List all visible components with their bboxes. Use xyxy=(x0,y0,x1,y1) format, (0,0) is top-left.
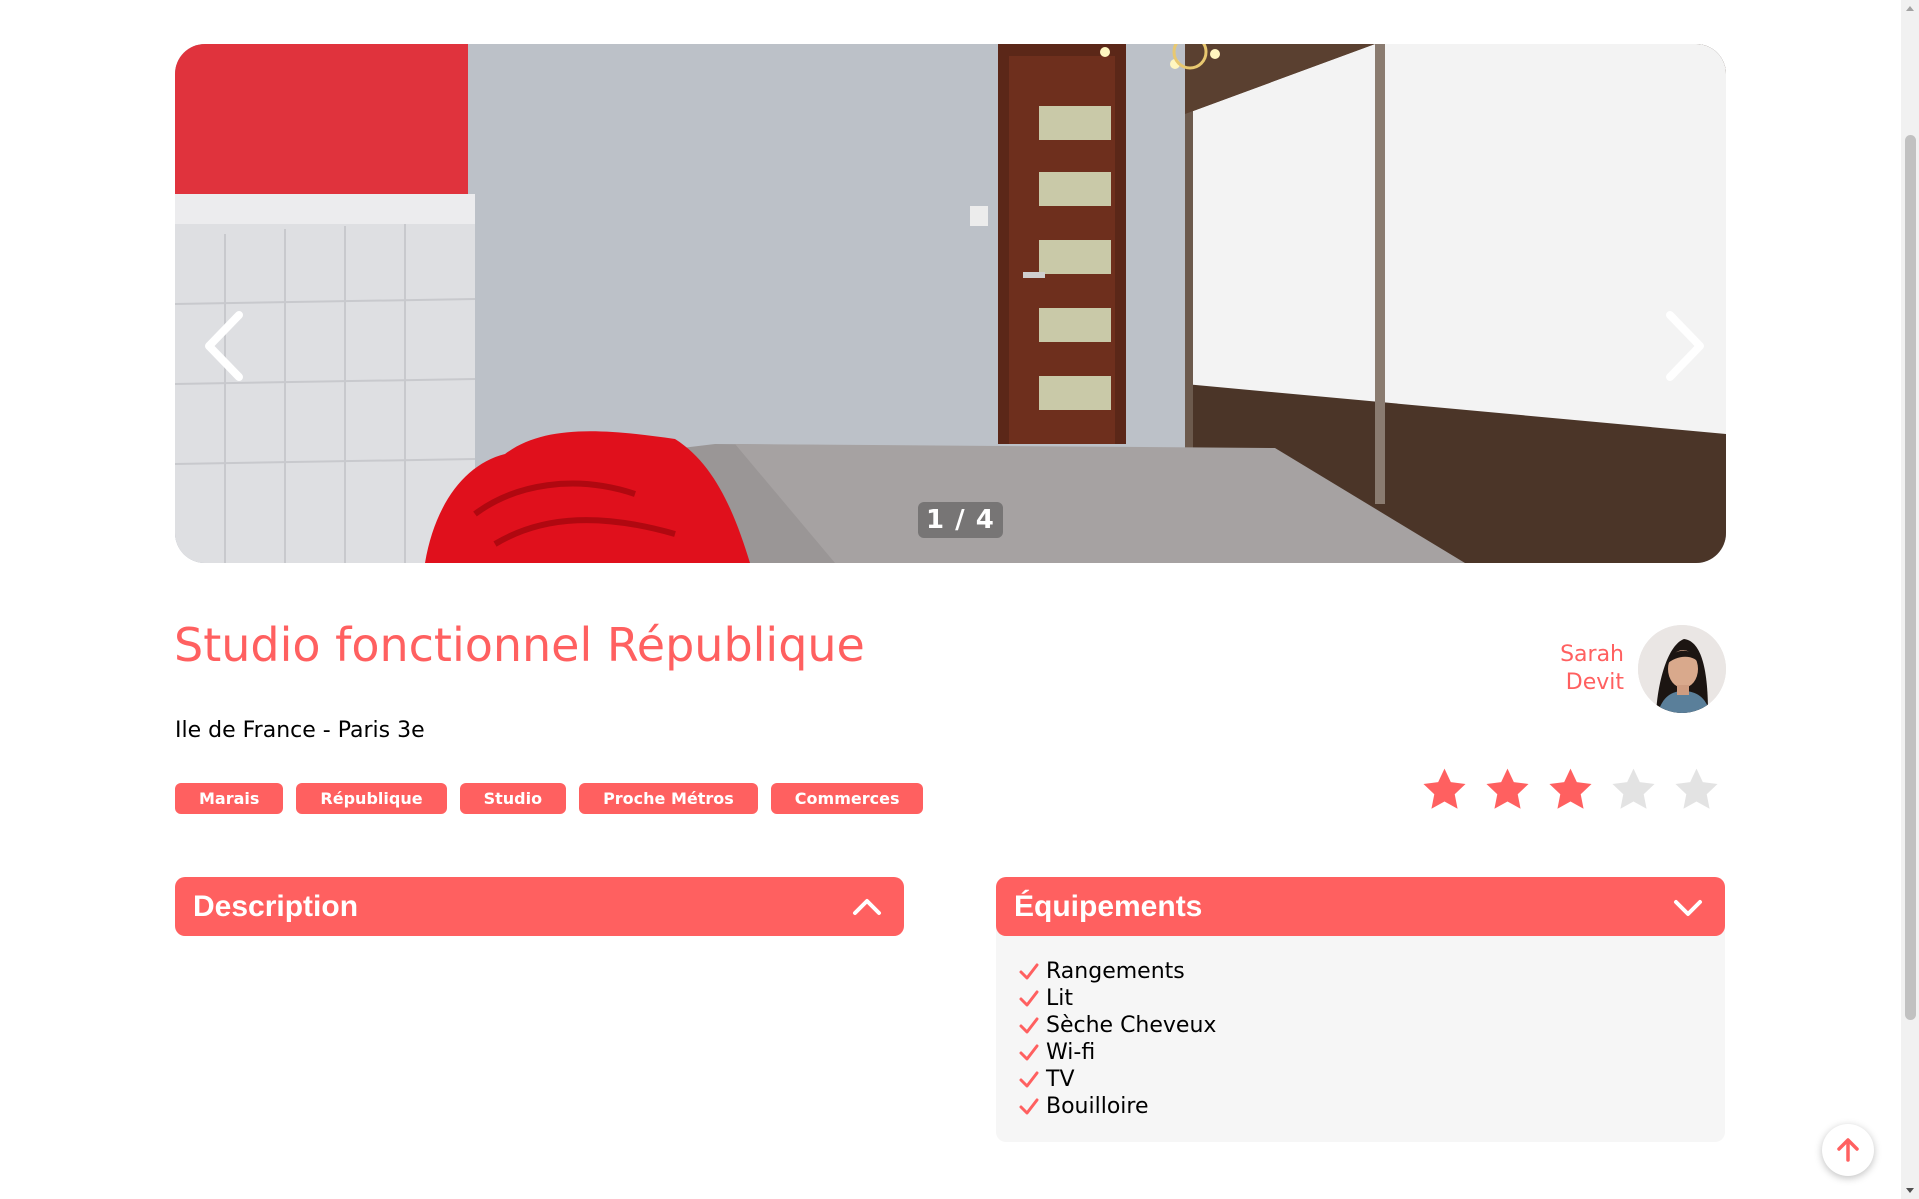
host-last-name: Devit xyxy=(1565,670,1624,695)
host-first-name: Sarah xyxy=(1560,642,1624,667)
tag: Marais xyxy=(175,783,284,814)
equipments-title: Équipements xyxy=(1014,890,1203,923)
equipment-item: TV xyxy=(1018,1066,1703,1093)
equipment-item: Lit xyxy=(1018,985,1703,1012)
equipment-item: Rangements xyxy=(1018,958,1703,985)
scroll-down-arrow-icon[interactable] xyxy=(1906,1188,1914,1193)
carousel-counter: 1 / 4 xyxy=(918,502,1003,538)
equipment-label: TV xyxy=(1046,1067,1075,1092)
chevron-down-icon xyxy=(1674,900,1702,916)
check-icon xyxy=(1019,1071,1039,1087)
tag: Studio xyxy=(459,783,567,814)
listing-location: Ile de France - Paris 3e xyxy=(175,718,425,743)
tag: Commerces xyxy=(770,783,924,814)
check-icon xyxy=(1019,1017,1039,1033)
equipments-toggle[interactable]: Équipements xyxy=(996,877,1725,936)
arrow-up-icon xyxy=(1837,1138,1859,1162)
tag-list: Marais République Studio Proche Métros C… xyxy=(175,783,924,814)
chevron-left-icon xyxy=(205,311,243,381)
equipment-item: Wi-fi xyxy=(1018,1039,1703,1066)
equipment-label: Sèche Cheveux xyxy=(1046,1013,1217,1038)
tag: République xyxy=(296,783,447,814)
star-filled-icon xyxy=(1423,768,1466,809)
equipments-content: Rangements Lit Sèche Cheveux Wi-fi TV Bouillo… xyxy=(996,926,1725,1142)
scroll-to-top-button[interactable] xyxy=(1822,1124,1874,1176)
star-empty-icon xyxy=(1612,768,1655,809)
chevron-up-icon xyxy=(853,899,881,915)
equipment-item: Bouilloire xyxy=(1018,1093,1703,1120)
description-title: Description xyxy=(193,890,359,923)
page-scrollbar[interactable] xyxy=(1901,0,1919,1199)
photo-carousel: 1 / 4 xyxy=(175,44,1726,563)
carousel-prev-button[interactable] xyxy=(195,306,255,386)
check-icon xyxy=(1019,1044,1039,1060)
star-filled-icon xyxy=(1549,768,1592,809)
equipment-label: Wi-fi xyxy=(1046,1040,1096,1065)
carousel-next-button[interactable] xyxy=(1654,306,1714,386)
scrollbar-thumb[interactable] xyxy=(1905,135,1916,1020)
star-filled-icon xyxy=(1486,768,1529,809)
star-empty-icon xyxy=(1675,768,1718,809)
equipment-label: Lit xyxy=(1046,986,1073,1011)
tag: Proche Métros xyxy=(579,783,758,814)
scroll-up-arrow-icon[interactable] xyxy=(1906,6,1914,11)
equipment-label: Rangements xyxy=(1046,959,1185,984)
chevron-right-icon xyxy=(1666,311,1704,381)
check-icon xyxy=(1019,963,1039,979)
equipments-collapse: Équipements Rangements Lit Sèche Cheveux Wi… xyxy=(996,877,1725,1142)
description-collapse: Description xyxy=(175,877,904,936)
host-info: Sarah Devit xyxy=(1560,625,1726,713)
check-icon xyxy=(1019,990,1039,1006)
rating-stars xyxy=(1420,765,1721,814)
listing-page: 1 / 4 Studio fonctionnel République Ile … xyxy=(0,0,1919,1199)
host-name: Sarah Devit xyxy=(1560,641,1624,697)
equipment-item: Sèche Cheveux xyxy=(1018,1012,1703,1039)
listing-photo xyxy=(175,44,1726,563)
description-toggle[interactable]: Description xyxy=(175,877,904,936)
check-icon xyxy=(1019,1098,1039,1114)
listing-title: Studio fonctionnel République xyxy=(174,618,865,672)
equipment-list: Rangements Lit Sèche Cheveux Wi-fi TV Bouillo… xyxy=(1018,958,1703,1120)
equipment-label: Bouilloire xyxy=(1046,1094,1149,1119)
host-avatar xyxy=(1638,625,1726,713)
